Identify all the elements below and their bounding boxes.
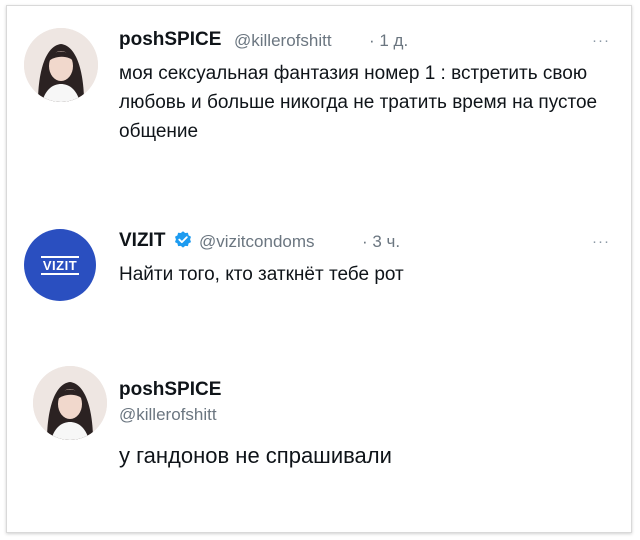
- handle[interactable]: @vizitcondoms: [199, 232, 315, 252]
- avatar[interactable]: [33, 366, 107, 440]
- display-name[interactable]: poshSPICE: [119, 29, 221, 51]
- display-name[interactable]: VIZIT: [119, 230, 165, 252]
- handle[interactable]: @killerofshitt: [234, 31, 332, 51]
- user-avatar-icon: [24, 28, 98, 102]
- vizit-logo: VIZIT: [40, 255, 80, 275]
- timestamp[interactable]: · 1 д.: [369, 31, 408, 51]
- timestamp[interactable]: · 3 ч.: [362, 232, 400, 252]
- verified-badge-icon: [175, 231, 191, 248]
- more-dots-icon[interactable]: ···: [592, 234, 610, 249]
- display-name[interactable]: poshSPICE: [119, 379, 221, 401]
- avatar[interactable]: [24, 28, 98, 102]
- tweet-text: моя сексуальная фантазия номер 1 : встре…: [119, 63, 598, 142]
- avatar[interactable]: VIZIT: [24, 229, 96, 301]
- handle[interactable]: @killerofshitt: [119, 405, 217, 425]
- user-avatar-icon: [33, 366, 107, 440]
- more-dots-icon[interactable]: ···: [592, 33, 610, 48]
- tweet-text: Найти того, кто заткнёт тебе рот: [119, 264, 404, 285]
- tweet-text: у гандонов не спрашивали: [119, 443, 392, 468]
